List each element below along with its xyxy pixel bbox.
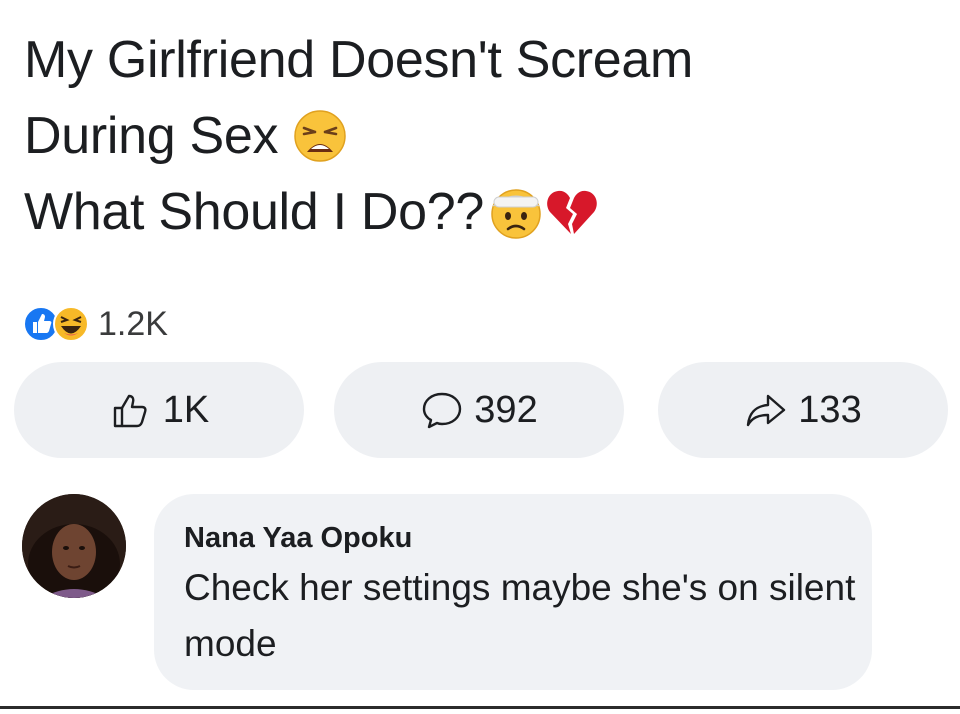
- post-text: My Girlfriend Doesn't Scream During Sex …: [24, 22, 924, 250]
- comment-button[interactable]: 392: [334, 362, 624, 458]
- like-button[interactable]: 1K: [14, 362, 304, 458]
- action-bar: 1K 392 133: [14, 362, 948, 458]
- avatar-photo: [22, 494, 126, 598]
- reaction-count: 1.2K: [98, 304, 168, 343]
- share-arrow-icon: [747, 394, 786, 427]
- post-line-3-text: What Should I Do??: [24, 183, 484, 241]
- avatar[interactable]: [22, 494, 126, 598]
- post-line-3: What Should I Do??: [24, 174, 924, 250]
- share-button[interactable]: 133: [658, 362, 948, 458]
- post-line-2-text: During Sex: [24, 107, 279, 165]
- post-line-1: My Girlfriend Doesn't Scream: [24, 31, 694, 89]
- reactions-summary[interactable]: 1.2K: [22, 304, 168, 344]
- comment-text: Check her settings maybe she's on silent…: [184, 567, 856, 664]
- thumbs-up-icon: [113, 394, 147, 428]
- comment-count: 392: [474, 388, 538, 431]
- comment-bubble-icon: [423, 392, 462, 429]
- anxious-face-with-bandage-emoji: [491, 189, 541, 239]
- haha-reaction-icon: [53, 306, 89, 342]
- like-count: 1K: [162, 388, 210, 431]
- comment-bubble: Nana Yaa Opoku Check her settings maybe …: [154, 494, 872, 690]
- share-count: 133: [798, 388, 862, 431]
- weary-face-emoji: [294, 110, 346, 162]
- comment-author[interactable]: Nana Yaa Opoku: [184, 522, 412, 555]
- post-line-2: During Sex: [24, 98, 924, 174]
- divider: [0, 706, 960, 709]
- broken-heart-emoji: [547, 190, 597, 234]
